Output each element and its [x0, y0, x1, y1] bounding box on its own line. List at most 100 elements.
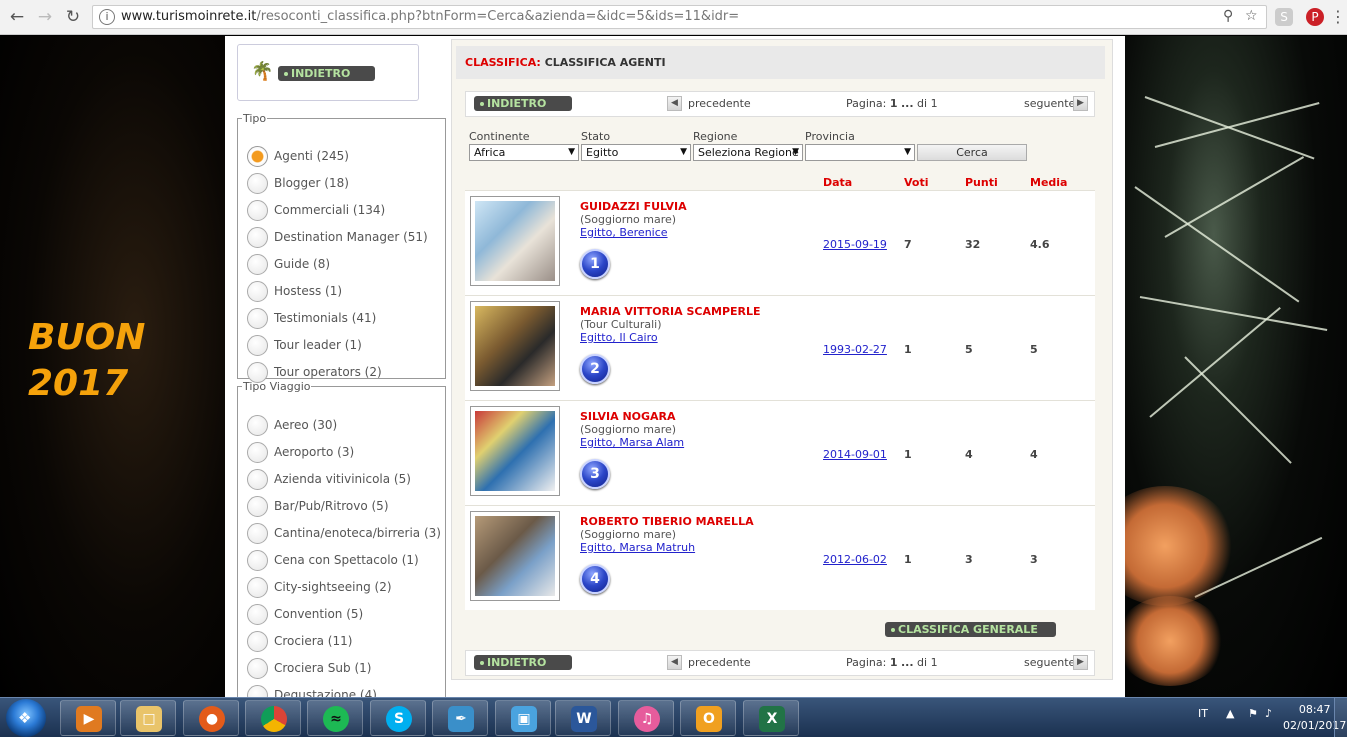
radio-button[interactable]	[247, 657, 268, 679]
general-ranking-button[interactable]: CLASSIFICA GENERALE	[885, 622, 1056, 637]
back-button-bottom[interactable]: INDIETRO	[474, 655, 572, 670]
date-link[interactable]: 2015-09-19	[823, 238, 887, 251]
taskbar-skype[interactable]: S	[370, 700, 426, 736]
radio-button[interactable]	[247, 280, 268, 302]
radio-option[interactable]: Tour leader (1)	[247, 334, 362, 356]
radio-button[interactable]	[247, 468, 268, 490]
pinterest-extension-icon[interactable]: P	[1306, 8, 1324, 26]
agent-photo[interactable]	[470, 196, 560, 286]
start-button[interactable]: ❖	[6, 699, 46, 737]
provincia-select[interactable]: ▼	[805, 144, 915, 161]
radio-option[interactable]: Commerciali (134)	[247, 199, 385, 221]
language-indicator[interactable]: IT	[1198, 707, 1208, 720]
radio-button[interactable]	[247, 414, 268, 436]
radio-option[interactable]: Agenti (245)	[247, 145, 349, 167]
radio-option[interactable]: Aeroporto (3)	[247, 441, 354, 463]
menu-icon[interactable]: ⋮	[1330, 7, 1346, 26]
radio-button[interactable]	[247, 441, 268, 463]
prev-arrow-icon[interactable]: ◀	[667, 96, 682, 111]
radio-option[interactable]: Bar/Pub/Ritrovo (5)	[247, 495, 389, 517]
url-text[interactable]: www.turismoinrete.it/resoconti_classific…	[121, 9, 739, 24]
next-arrow-icon[interactable]: ▶	[1073, 96, 1088, 111]
back-arrow-icon[interactable]: ←	[6, 6, 28, 28]
next-arrow-icon[interactable]: ▶	[1073, 655, 1088, 670]
radio-button[interactable]	[247, 495, 268, 517]
location-link[interactable]: Egitto, Berenice	[580, 226, 668, 239]
taskbar-outlook[interactable]: O	[680, 700, 736, 736]
radio-option[interactable]: Crociera (11)	[247, 630, 352, 652]
radio-option[interactable]: Aereo (30)	[247, 414, 337, 436]
radio-button[interactable]	[247, 576, 268, 598]
location-link[interactable]: Egitto, Marsa Alam	[580, 436, 684, 449]
back-button-top[interactable]: INDIETRO	[474, 96, 572, 111]
folder-icon: □	[136, 706, 162, 732]
radio-option[interactable]: Testimonials (41)	[247, 307, 376, 329]
prev-arrow-icon[interactable]: ◀	[667, 655, 682, 670]
taskbar-media-player[interactable]: ▶	[60, 700, 116, 736]
radio-label: Hostess (1)	[274, 284, 343, 298]
radio-option[interactable]: Blogger (18)	[247, 172, 349, 194]
regione-label: Regione	[693, 130, 738, 143]
radio-option[interactable]: Cantina/enoteca/birreria (3)	[247, 522, 441, 544]
spotify-icon: ≈	[323, 706, 349, 732]
address-bar[interactable]: i www.turismoinrete.it/resoconti_classif…	[92, 5, 1267, 29]
radio-option[interactable]: Convention (5)	[247, 603, 363, 625]
prev-link-bottom[interactable]: precedente	[688, 656, 751, 669]
location-link[interactable]: Egitto, Marsa Matruh	[580, 541, 695, 554]
radio-option[interactable]: Destination Manager (51)	[247, 226, 428, 248]
radio-button[interactable]	[247, 253, 268, 275]
taskbar-photos[interactable]: ▣	[495, 700, 551, 736]
skype-extension-icon[interactable]: S	[1275, 8, 1293, 26]
taskbar-firefox[interactable]: ●	[183, 700, 239, 736]
radio-button[interactable]	[247, 549, 268, 571]
volume-icon[interactable]: ♪	[1265, 707, 1272, 720]
taskbar-file-explorer[interactable]: □	[120, 700, 176, 736]
agent-photo[interactable]	[470, 511, 560, 601]
forward-arrow-icon[interactable]: →	[34, 6, 56, 28]
star-icon[interactable]: ☆	[1245, 8, 1258, 24]
radio-option[interactable]: Hostess (1)	[247, 280, 342, 302]
sidebar-back-button[interactable]: INDIETRO	[278, 66, 375, 81]
date-link[interactable]: 2012-06-02	[823, 553, 887, 566]
radio-button[interactable]	[247, 630, 268, 652]
radio-button[interactable]	[247, 199, 268, 221]
show-desktop-button[interactable]	[1334, 698, 1347, 737]
radio-button[interactable]	[247, 603, 268, 625]
taskbar-feather-app[interactable]: ✒	[432, 700, 488, 736]
radio-button[interactable]	[247, 145, 268, 167]
taskbar-spotify[interactable]: ≈	[307, 700, 363, 736]
regione-select[interactable]: Seleziona Regione ▼	[693, 144, 803, 161]
taskbar-chrome[interactable]	[245, 700, 301, 736]
punti-value: 4	[965, 448, 973, 461]
chevron-up-icon[interactable]: ▲	[1226, 707, 1234, 720]
taskbar-itunes[interactable]: ♫	[618, 700, 674, 736]
radio-button[interactable]	[247, 226, 268, 248]
location-link[interactable]: Egitto, Il Cairo	[580, 331, 658, 344]
taskbar-excel[interactable]: X	[743, 700, 799, 736]
info-icon[interactable]: i	[99, 9, 115, 25]
date-link[interactable]: 1993-02-27	[823, 343, 887, 356]
radio-option[interactable]: Cena con Spettacolo (1)	[247, 549, 419, 571]
radio-option[interactable]: Crociera Sub (1)	[247, 657, 371, 679]
radio-button[interactable]	[247, 334, 268, 356]
radio-button[interactable]	[247, 522, 268, 544]
stato-select[interactable]: Egitto ▼	[581, 144, 691, 161]
agent-photo[interactable]	[470, 301, 560, 391]
search-button[interactable]: Cerca	[917, 144, 1027, 161]
radio-option[interactable]: Azienda vitivinicola (5)	[247, 468, 411, 490]
rank-badge: 2	[580, 354, 610, 384]
agent-photo[interactable]	[470, 406, 560, 496]
continente-select[interactable]: Africa ▼	[469, 144, 579, 161]
taskbar-word[interactable]: W	[555, 700, 611, 736]
flag-icon[interactable]: ⚑	[1248, 707, 1258, 720]
next-link-top[interactable]: seguente	[1024, 97, 1075, 110]
prev-link-top[interactable]: precedente	[688, 97, 751, 110]
reload-icon[interactable]: ↻	[62, 6, 84, 28]
radio-button[interactable]	[247, 307, 268, 329]
date-link[interactable]: 2014-09-01	[823, 448, 887, 461]
next-link-bottom[interactable]: seguente	[1024, 656, 1075, 669]
radio-option[interactable]: City-sightseeing (2)	[247, 576, 392, 598]
radio-button[interactable]	[247, 172, 268, 194]
radio-option[interactable]: Guide (8)	[247, 253, 330, 275]
key-icon[interactable]: ⚲	[1223, 8, 1233, 24]
